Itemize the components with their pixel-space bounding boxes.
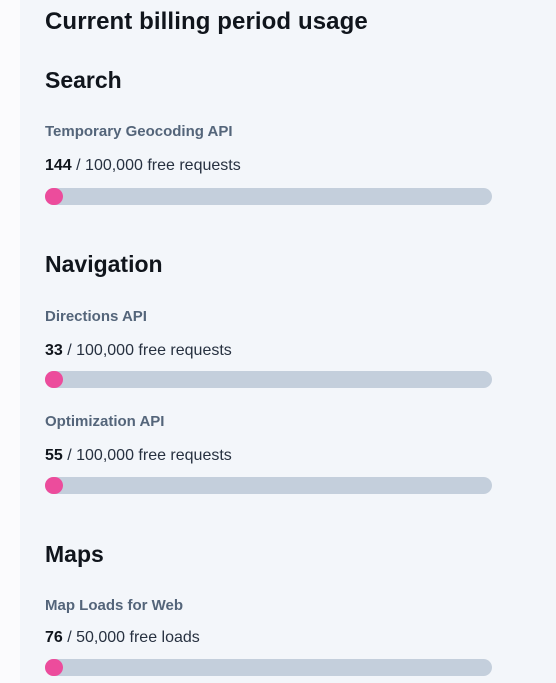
progress-bar-directions	[45, 371, 492, 388]
usage-text-optimization: 55 / 100,000 free requests	[45, 447, 232, 465]
usage-count: 33	[45, 342, 63, 359]
usage-limit: / 100,000 free requests	[62, 447, 232, 464]
api-name-temporary-geocoding: Temporary Geocoding API	[45, 123, 233, 140]
usage-limit: / 50,000 free loads	[62, 629, 200, 646]
usage-limit: / 100,000 free requests	[62, 342, 232, 359]
api-name-directions: Directions API	[45, 308, 147, 325]
progress-fill	[45, 188, 63, 205]
usage-text-temporary-geocoding: 144 / 100,000 free requests	[45, 157, 241, 175]
usage-text-map-loads-web: 76 / 50,000 free loads	[45, 629, 200, 647]
usage-count: 55	[45, 447, 63, 464]
section-title-search: Search	[45, 67, 122, 93]
progress-fill	[45, 371, 63, 388]
progress-fill	[45, 477, 63, 494]
usage-text-directions: 33 / 100,000 free requests	[45, 342, 232, 360]
section-title-navigation: Navigation	[45, 251, 163, 277]
usage-limit: / 100,000 free requests	[71, 157, 241, 174]
usage-count: 76	[45, 629, 63, 646]
usage-count: 144	[45, 157, 72, 174]
api-name-optimization: Optimization API	[45, 413, 165, 430]
api-name-map-loads-web: Map Loads for Web	[45, 597, 184, 614]
page-left-margin	[0, 0, 20, 683]
progress-bar-temporary-geocoding	[45, 188, 492, 205]
page-title: Current billing period usage	[45, 8, 368, 35]
section-title-maps: Maps	[45, 541, 104, 567]
progress-bar-map-loads-web	[45, 659, 492, 676]
progress-fill	[45, 659, 63, 676]
progress-bar-optimization	[45, 477, 492, 494]
